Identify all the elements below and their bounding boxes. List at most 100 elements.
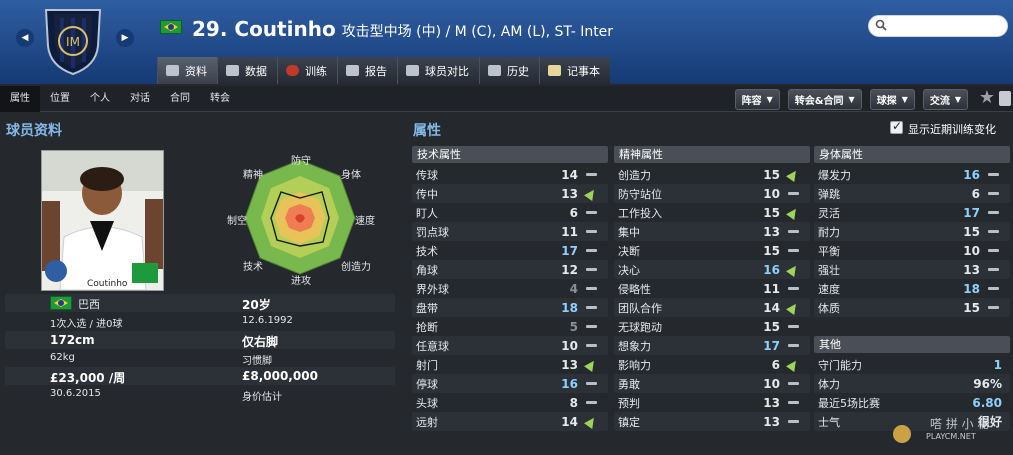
- attribute-name: 停球: [416, 377, 438, 391]
- attribute-name: 无球跑动: [618, 320, 662, 334]
- show-training-changes-checkbox[interactable]: [890, 119, 903, 134]
- technical-attributes-panel: 技术属性 传球 14 传中 13 盯人 6 罚点球 11 技术 17 角球 12 界外球 4 盘带 18 抢断 5…: [412, 146, 608, 431]
- tab-label: 记事本: [567, 64, 600, 78]
- attribute-row: 传球 14: [412, 165, 608, 184]
- next-player-button[interactable]: ▶: [116, 29, 134, 47]
- favourite-star-icon[interactable]: ★: [979, 88, 995, 108]
- tab-notes[interactable]: 记事本: [539, 57, 610, 84]
- attribute-name: 灵活: [818, 206, 840, 220]
- physical-attributes-panel: 身体属性 爆发力 16 弹跳 6 灵活 17 耐力 15 平衡 10 强壮 13 速度 18 体质 15: [814, 146, 1010, 317]
- training-icon: [286, 65, 299, 76]
- attribute-name: 平衡: [818, 244, 840, 258]
- squad-dropdown-button[interactable]: 阵容 ▼: [734, 89, 780, 110]
- attribute-name: 射门: [416, 358, 438, 372]
- attribute-row: 影响力 6: [614, 355, 810, 374]
- radar-label-aerial: 制空: [227, 216, 247, 227]
- trend-up-icon: [584, 414, 598, 429]
- tab-compare[interactable]: 球员对比: [397, 57, 479, 84]
- subnav-transfer[interactable]: 转会: [200, 86, 240, 112]
- interaction-dropdown-button[interactable]: 交流 ▼: [922, 89, 968, 110]
- player-portrait-icon: [42, 151, 163, 291]
- trend-flat-icon: [586, 227, 598, 237]
- attribute-row: 射门 13: [412, 355, 608, 374]
- age: 20岁: [242, 298, 271, 312]
- tab-profile[interactable]: 资料: [157, 57, 217, 84]
- player-name: 29. Coutinho: [192, 17, 336, 41]
- subnav-positions[interactable]: 位置: [40, 86, 80, 112]
- button-label: 球探: [876, 96, 897, 107]
- attribute-name: 罚点球: [416, 225, 449, 239]
- subnav-attributes[interactable]: 属性: [0, 86, 40, 112]
- transfer-contract-dropdown-button[interactable]: 转会&合同 ▼: [787, 89, 862, 110]
- player-photo: Coutinho: [41, 150, 164, 291]
- chevron-down-icon: ▼: [848, 95, 855, 104]
- attribute-name: 传球: [416, 168, 438, 182]
- trend-up-icon: [786, 205, 800, 220]
- attribute-value: 14: [561, 167, 578, 182]
- attribute-row: 预判 13: [614, 393, 810, 412]
- attribute-value: 16: [963, 167, 980, 182]
- attribute-row: 弹跳 6: [814, 184, 1010, 203]
- tab-stats[interactable]: 数据: [217, 57, 277, 84]
- attribute-name: 最近5场比赛: [818, 396, 880, 410]
- attribute-name: 团队合作: [618, 301, 662, 315]
- trend-flat-icon: [988, 170, 1000, 180]
- attribute-name: 盯人: [416, 206, 438, 220]
- trend-up-icon: [786, 167, 800, 182]
- attribute-name: 防守站位: [618, 187, 662, 201]
- search-input[interactable]: [868, 15, 1008, 37]
- attribute-value: 13: [763, 414, 780, 429]
- attribute-row: 集中 13: [614, 222, 810, 241]
- attribute-name: 决心: [618, 263, 640, 277]
- international-caps: 1次入选 / 进0球: [50, 319, 123, 330]
- trend-flat-icon: [586, 322, 598, 332]
- tab-label: 数据: [245, 64, 267, 78]
- trend-flat-icon: [586, 265, 598, 275]
- attribute-row: 盘带 18: [412, 298, 608, 317]
- tab-history[interactable]: 历史: [479, 57, 539, 84]
- trend-flat-icon: [586, 284, 598, 294]
- tab-training[interactable]: 训练: [277, 57, 337, 84]
- radar-label-mental: 精神: [243, 170, 263, 181]
- attribute-value: 14: [763, 300, 780, 315]
- attribute-row: 头球 8: [412, 393, 608, 412]
- search-icon: [875, 19, 887, 31]
- attribute-value: 6: [771, 357, 780, 372]
- trend-up-icon: [786, 357, 800, 372]
- attribute-name: 强壮: [818, 263, 840, 277]
- scout-dropdown-button[interactable]: 球探 ▼: [869, 89, 915, 110]
- attribute-value: 17: [763, 338, 780, 353]
- tab-report[interactable]: 报告: [337, 57, 397, 84]
- button-label: 交流: [929, 96, 950, 107]
- attribute-name: 弹跳: [818, 187, 840, 201]
- contract-expiry: 30.6.2015: [50, 388, 101, 399]
- document-icon[interactable]: [999, 91, 1011, 106]
- attribute-value: 18: [561, 300, 578, 315]
- radar-label-speed: 速度: [355, 216, 375, 227]
- attribute-row: 勇敢 10: [614, 374, 810, 393]
- attribute-name: 头球: [416, 396, 438, 410]
- attribute-value: 13: [763, 395, 780, 410]
- button-label: 阵容: [741, 96, 762, 107]
- attribute-value: 6: [971, 186, 980, 201]
- attribute-row: 镇定 13: [614, 412, 810, 431]
- technical-list: 传球 14 传中 13 盯人 6 罚点球 11 技术 17 角球 12 界外球 4 盘带 18 抢断 5 任意球 10…: [412, 165, 608, 431]
- notes-icon: [548, 65, 561, 76]
- attribute-value: 18: [963, 281, 980, 296]
- subnav-interaction[interactable]: 对话: [120, 86, 160, 112]
- attribute-value: 16: [561, 376, 578, 391]
- attribute-value: 4: [569, 281, 578, 296]
- date-of-birth: 12.6.1992: [242, 315, 293, 326]
- tab-label: 历史: [507, 64, 529, 78]
- attribute-value: 10: [763, 376, 780, 391]
- trend-flat-icon: [988, 208, 1000, 218]
- attribute-row: 传中 13: [412, 184, 608, 203]
- attribute-row: 想象力 17: [614, 336, 810, 355]
- attribute-radar-chart: 防守 身体 速度 创造力 进攻 技术 制空 精神: [225, 148, 375, 287]
- photo-caption: Coutinho: [87, 279, 128, 289]
- attribute-value: 1: [993, 357, 1002, 372]
- attribute-row: 体力 96%: [814, 374, 1010, 393]
- previous-player-button[interactable]: ◀: [16, 29, 34, 47]
- subnav-personal[interactable]: 个人: [80, 86, 120, 112]
- subnav-contract[interactable]: 合同: [160, 86, 200, 112]
